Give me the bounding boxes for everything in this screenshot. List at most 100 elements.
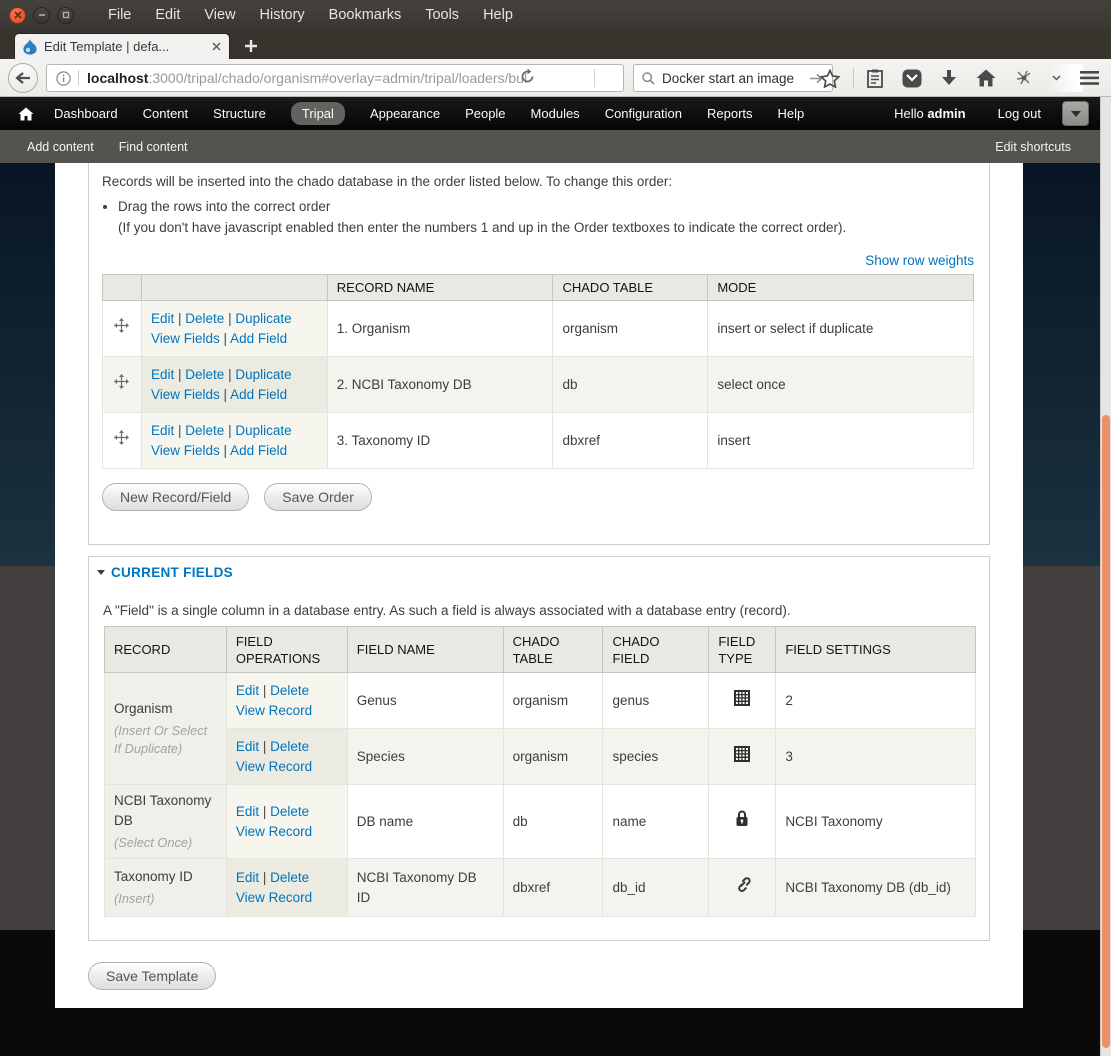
new-tab-button[interactable] <box>238 35 264 57</box>
pocket-icon[interactable] <box>902 69 922 88</box>
admin-item-structure[interactable]: Structure <box>213 106 266 121</box>
admin-item-dashboard[interactable]: Dashboard <box>54 106 118 121</box>
edit-link[interactable]: Edit <box>236 804 259 819</box>
menu-bookmarks[interactable]: Bookmarks <box>329 7 402 23</box>
close-tab-icon[interactable] <box>212 42 221 51</box>
back-button[interactable] <box>8 63 38 93</box>
drag-handle[interactable] <box>103 357 142 413</box>
chado-table-header: CHADO TABLE <box>553 275 708 301</box>
view-fields-link[interactable]: View Fields <box>151 331 220 346</box>
field-settings-header: FIELD SETTINGS <box>776 627 976 673</box>
username: admin <box>927 106 965 121</box>
delete-link[interactable]: Delete <box>270 683 309 698</box>
admin-item-modules[interactable]: Modules <box>531 106 580 121</box>
record-operations: Edit | Delete | Duplicate View Fields | … <box>141 301 327 357</box>
bookmark-star-icon[interactable] <box>820 69 840 88</box>
url-text[interactable]: localhost:3000/tripal/chado/organism#ove… <box>87 70 623 86</box>
extension-dropdown-chevron-icon[interactable] <box>1052 75 1061 81</box>
minimize-window-icon[interactable] <box>33 7 50 24</box>
url-bar[interactable]: localhost:3000/tripal/chado/organism#ove… <box>46 64 624 92</box>
admin-item-appearance[interactable]: Appearance <box>370 106 440 121</box>
menu-help[interactable]: Help <box>483 7 513 23</box>
delete-link[interactable]: Delete <box>185 423 224 438</box>
duplicate-link[interactable]: Duplicate <box>235 311 291 326</box>
menu-tools[interactable]: Tools <box>425 7 459 23</box>
add-field-link[interactable]: Add Field <box>230 331 287 346</box>
admin-item-help[interactable]: Help <box>778 106 805 121</box>
delete-link[interactable]: Delete <box>270 739 309 754</box>
duplicate-link[interactable]: Duplicate <box>235 367 291 382</box>
delete-link[interactable]: Delete <box>185 367 224 382</box>
logout-link[interactable]: Log out <box>998 106 1041 121</box>
table-row: Edit | Delete | Duplicate View Fields | … <box>103 357 974 413</box>
drag-handle[interactable] <box>103 413 142 469</box>
edit-link[interactable]: Edit <box>236 683 259 698</box>
admin-item-reports[interactable]: Reports <box>707 106 753 121</box>
home-icon[interactable] <box>976 69 996 87</box>
scrollbar-thumb[interactable] <box>1102 415 1110 1048</box>
edit-link[interactable]: Edit <box>151 311 174 326</box>
edit-link[interactable]: Edit <box>151 367 174 382</box>
duplicate-link[interactable]: Duplicate <box>235 423 291 438</box>
download-icon[interactable] <box>941 69 957 88</box>
current-fields-legend[interactable]: CURRENT FIELDS <box>97 565 974 580</box>
separator: | <box>224 443 228 458</box>
admin-item-tripal[interactable]: Tripal <box>291 102 345 125</box>
view-record-link[interactable]: View Record <box>236 759 312 774</box>
toolbar-toggle-button[interactable] <box>1062 101 1089 126</box>
field-name-cell: Species <box>347 729 503 785</box>
edit-link[interactable]: Edit <box>236 870 259 885</box>
edit-link[interactable]: Edit <box>236 739 259 754</box>
save-order-button[interactable]: Save Order <box>264 483 372 511</box>
overlay-content: Records will be inserted into the chado … <box>55 163 1023 1008</box>
view-record-link[interactable]: View Record <box>236 824 312 839</box>
view-record-link[interactable]: View Record <box>236 703 312 718</box>
show-row-weights-link[interactable]: Show row weights <box>865 253 974 268</box>
drupal-home-icon[interactable] <box>18 107 34 121</box>
delete-link[interactable]: Delete <box>270 804 309 819</box>
menu-hamburger-icon[interactable] <box>1080 71 1099 85</box>
view-record-link[interactable]: View Record <box>236 890 312 905</box>
edit-shortcuts-link[interactable]: Edit shortcuts <box>995 140 1071 154</box>
drag-column-header <box>103 275 142 301</box>
record-name: NCBI Taxonomy DB <box>114 791 217 831</box>
maximize-window-icon[interactable] <box>57 7 74 24</box>
delete-link[interactable]: Delete <box>270 870 309 885</box>
delete-link[interactable]: Delete <box>185 311 224 326</box>
drag-cross-icon <box>114 430 129 445</box>
shortcut-find-content[interactable]: Find content <box>119 140 188 154</box>
chado-table-cell: organism <box>503 729 603 785</box>
admin-item-configuration[interactable]: Configuration <box>605 106 682 121</box>
record-name-cell: 1. Organism <box>327 301 553 357</box>
new-record-field-button[interactable]: New Record/Field <box>102 483 249 511</box>
browser-tab[interactable]: Edit Template | defa... <box>14 33 230 59</box>
reading-list-icon[interactable] <box>867 69 883 88</box>
greeting-text[interactable]: Hello admin <box>894 106 966 121</box>
shortcut-add-content[interactable]: Add content <box>27 140 94 154</box>
info-icon[interactable] <box>56 71 71 86</box>
mode-cell: select once <box>708 357 974 413</box>
browser-toolbar: localhost:3000/tripal/chado/organism#ove… <box>0 59 1111 97</box>
save-template-button[interactable]: Save Template <box>88 962 216 990</box>
record-operations: Edit | Delete | Duplicate View Fields | … <box>141 413 327 469</box>
record-name: Organism <box>114 699 217 719</box>
add-field-link[interactable]: Add Field <box>230 443 287 458</box>
edit-link[interactable]: Edit <box>151 423 174 438</box>
search-bar[interactable]: Docker start an image <box>633 64 833 92</box>
view-fields-link[interactable]: View Fields <box>151 387 220 402</box>
drag-handle[interactable] <box>103 301 142 357</box>
menu-file[interactable]: File <box>108 7 131 23</box>
reload-icon[interactable] <box>519 68 536 85</box>
menu-history[interactable]: History <box>260 7 305 23</box>
admin-item-people[interactable]: People <box>465 106 505 121</box>
view-fields-link[interactable]: View Fields <box>151 443 220 458</box>
menu-view[interactable]: View <box>204 7 235 23</box>
field-type-header: FIELD TYPE <box>709 627 776 673</box>
extension-icon[interactable] <box>1015 70 1033 86</box>
add-field-link[interactable]: Add Field <box>230 387 287 402</box>
menu-edit[interactable]: Edit <box>155 7 180 23</box>
toolbar-divider <box>853 68 854 88</box>
close-window-icon[interactable] <box>9 7 26 24</box>
admin-item-content[interactable]: Content <box>143 106 189 121</box>
search-input[interactable]: Docker start an image <box>662 71 809 86</box>
